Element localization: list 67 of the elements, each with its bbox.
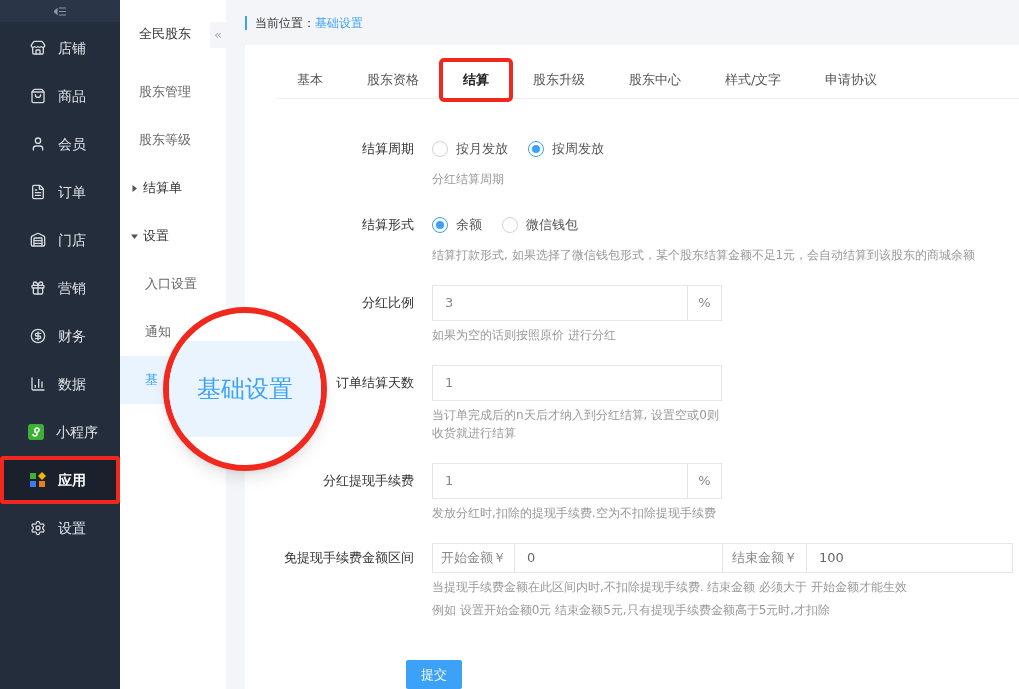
- magnified-label: 基础设置: [197, 374, 293, 405]
- nav-item[interactable]: 会员: [0, 120, 120, 168]
- field-label: 订单结算天数: [335, 374, 414, 392]
- unit-addon: %: [687, 463, 722, 499]
- caret-down-icon: [131, 232, 138, 240]
- field-label: 结算形式: [361, 216, 414, 234]
- field-label: 结算周期: [361, 140, 414, 158]
- nav-item[interactable]: 门店: [0, 216, 120, 264]
- field-label: 分红提现手续费: [322, 472, 414, 490]
- end-amount-field[interactable]: 100: [806, 543, 1013, 573]
- hint-text: 发放分红时,扣除的提现手续费.空为不扣除提现手续费: [431, 505, 717, 522]
- submenu-item[interactable]: 入口设置: [145, 274, 197, 294]
- start-amount-field[interactable]: 0: [514, 543, 723, 573]
- input-field[interactable]: 1: [431, 365, 722, 401]
- tab[interactable]: 样式/文字: [703, 59, 804, 100]
- submenu-group[interactable]: 结算单: [120, 164, 226, 212]
- field-label: 免提现手续费金额区间: [283, 549, 414, 567]
- shop-icon: [30, 232, 46, 248]
- start-amount-label: 开始金额￥: [431, 543, 515, 573]
- radio-option[interactable]: 余额: [431, 215, 482, 235]
- submenu-item[interactable]: 通知: [145, 322, 171, 342]
- hint-text: 如果为空的话则按照原价 进行分红: [431, 327, 617, 344]
- mini-program-icon: [28, 424, 44, 440]
- tab[interactable]: 基本: [275, 59, 345, 100]
- input-field[interactable]: 1: [431, 463, 688, 499]
- submenu-group[interactable]: 设置: [120, 212, 226, 260]
- nav-item[interactable]: 数据: [0, 360, 120, 408]
- store-icon: [30, 40, 46, 56]
- gift-icon: [30, 280, 46, 296]
- nav-item[interactable]: 财务: [0, 312, 120, 360]
- nav-item[interactable]: 应用: [0, 456, 120, 504]
- field-label: 分红比例: [361, 294, 414, 312]
- radio-option[interactable]: 微信钱包: [501, 215, 578, 235]
- tab[interactable]: 结算: [441, 59, 511, 100]
- input-field[interactable]: 3: [431, 285, 688, 321]
- nav-item[interactable]: 店铺: [0, 24, 120, 72]
- collapse-icon[interactable]: [54, 6, 66, 16]
- unit-addon: %: [687, 285, 722, 321]
- settings-icon: [30, 520, 46, 536]
- hint-text: 结算打款形式, 如果选择了微信钱包形式，某个股东结算金额不足1元，会自动结算到该股东的商城余额: [431, 247, 977, 264]
- nav-item[interactable]: 商品: [0, 72, 120, 120]
- money-icon: [30, 328, 46, 344]
- document-icon: [30, 184, 46, 200]
- tab[interactable]: 股东升级: [511, 59, 607, 100]
- user-icon: [30, 136, 46, 152]
- caret-right-icon: [131, 184, 138, 192]
- tab[interactable]: 申请协议: [803, 59, 900, 100]
- submenu-title: 全民股东: [139, 25, 191, 44]
- radio-option[interactable]: 按月发放: [431, 139, 508, 159]
- radio-option[interactable]: 按周发放: [527, 139, 604, 159]
- hint-text: 当提现手续费金额在此区间内时,不扣除提现手续费. 结束金额 必须大于 开始金额才能生效: [431, 579, 908, 596]
- hint-text: 分红结算周期: [431, 171, 505, 188]
- hint-text: 当订单完成后的n天后才纳入到分红结算, 设置空或0则收货就进行结算: [431, 407, 720, 442]
- submenu-item[interactable]: 股东等级: [120, 116, 226, 164]
- nav-item[interactable]: 订单: [0, 168, 120, 216]
- submenu-item[interactable]: 股东管理: [120, 68, 226, 116]
- bag-icon: [30, 88, 46, 104]
- chart-icon: [30, 376, 46, 392]
- nav-item[interactable]: 营销: [0, 264, 120, 312]
- tab[interactable]: 股东资格: [345, 59, 441, 100]
- tab[interactable]: 股东中心: [607, 59, 703, 100]
- apps-icon: [30, 472, 46, 488]
- nav-item[interactable]: 设置: [0, 504, 120, 552]
- breadcrumb: 当前位置：基础设置: [245, 15, 363, 30]
- end-amount-label: 结束金额￥: [722, 543, 807, 573]
- hint-text: 例如 设置开始金额0元 结束金额5元,只有提现手续费金额高于5元时,才扣除: [431, 602, 832, 619]
- nav-item[interactable]: 小程序: [0, 408, 120, 456]
